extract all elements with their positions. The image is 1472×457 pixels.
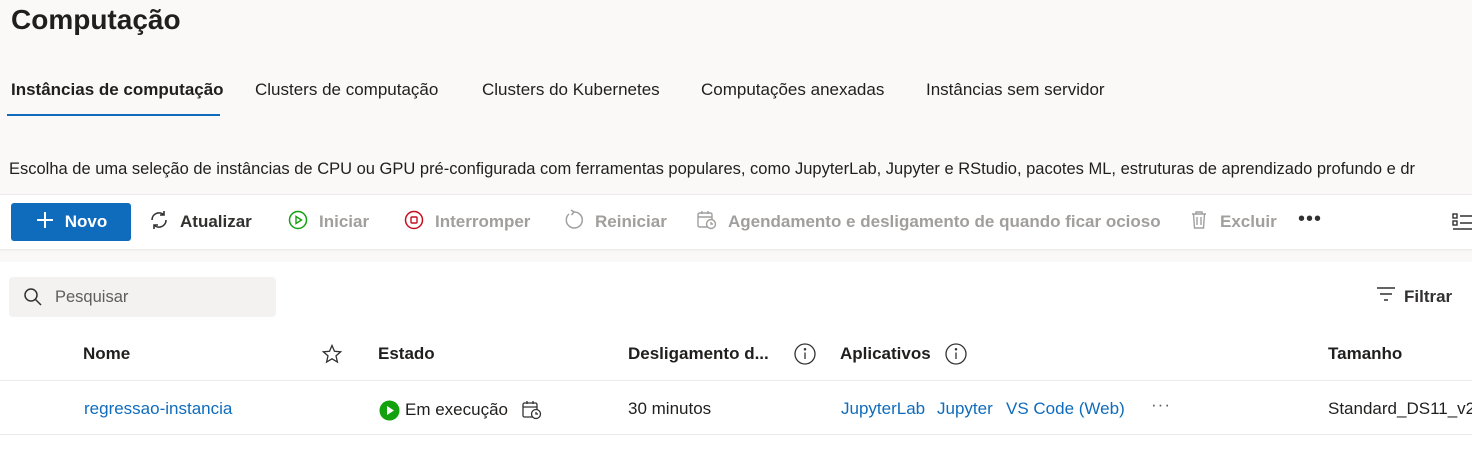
column-header-size[interactable]: Tamanho <box>1328 344 1402 364</box>
info-icon[interactable] <box>793 342 817 371</box>
restart-label: Reiniciar <box>595 212 667 231</box>
search-input[interactable] <box>53 286 257 308</box>
new-button[interactable]: Novo <box>11 203 131 241</box>
refresh-label: Atualizar <box>180 212 252 231</box>
active-tab-indicator <box>7 114 220 116</box>
column-header-shutdown[interactable]: Desligamento d... <box>628 344 769 364</box>
stop-icon <box>403 209 425 236</box>
tab-compute-clusters[interactable]: Clusters de computação <box>255 80 438 100</box>
running-status-icon <box>379 400 400 421</box>
app-link-vscode-web[interactable]: VS Code (Web) <box>1006 399 1125 419</box>
column-header-apps[interactable]: Aplicativos <box>840 344 931 364</box>
filter-icon <box>1376 286 1396 307</box>
search-icon <box>23 287 43 307</box>
refresh-icon <box>148 209 170 236</box>
instances-panel: Filtrar Nome Estado Desligamento d... Ap… <box>0 262 1472 457</box>
schedule-label: Agendamento e desligamento de quando fic… <box>728 212 1161 231</box>
stop-button[interactable]: Interromper <box>403 195 530 249</box>
tab-kubernetes-clusters[interactable]: Clusters do Kubernetes <box>482 80 660 100</box>
state-text: Em execução <box>405 400 508 419</box>
list-view-icon[interactable] <box>1452 213 1472 236</box>
plus-icon <box>35 210 55 235</box>
header-divider <box>0 380 1472 381</box>
start-label: Iniciar <box>319 212 370 231</box>
new-button-label: Novo <box>64 212 108 231</box>
tab-serverless-instances[interactable]: Instâncias sem servidor <box>926 80 1105 100</box>
command-bar: Novo Atualizar Iniciar Interromper Reini… <box>0 194 1472 250</box>
page-description: Escolha de uma seleção de instâncias de … <box>9 160 1416 178</box>
restart-icon <box>563 208 585 236</box>
column-header-state[interactable]: Estado <box>378 344 435 364</box>
tab-compute-instances[interactable]: Instâncias de computação <box>11 80 224 100</box>
delete-label: Excluir <box>1220 212 1277 231</box>
instance-name-link[interactable]: regressao-instancia <box>84 399 232 419</box>
state-cell: Em execução <box>379 399 543 421</box>
calendar-clock-icon[interactable] <box>521 399 543 421</box>
tab-attached-computes[interactable]: Computações anexadas <box>701 80 884 100</box>
stop-label: Interromper <box>435 212 531 231</box>
schedule-button[interactable]: Agendamento e desligamento de quando fic… <box>696 195 1161 249</box>
star-icon[interactable] <box>321 343 343 369</box>
info-icon[interactable] <box>944 342 968 371</box>
shutdown-cell: 30 minutos <box>628 399 712 418</box>
app-link-jupyter[interactable]: Jupyter <box>937 399 993 419</box>
start-button[interactable]: Iniciar <box>287 195 369 249</box>
app-link-jupyterlab[interactable]: JupyterLab <box>841 399 925 419</box>
row-divider <box>0 434 1472 435</box>
size-cell: Standard_DS11_v2 <box>1328 399 1472 418</box>
more-icon[interactable]: ••• <box>1298 208 1322 231</box>
more-icon[interactable]: ··· <box>1151 395 1171 415</box>
page-title: Computação <box>11 4 181 35</box>
refresh-button[interactable]: Atualizar <box>148 195 252 249</box>
filter-button[interactable]: Filtrar <box>1376 286 1452 307</box>
delete-button[interactable]: Excluir <box>1188 195 1277 249</box>
tab-bar: Instâncias de computação Clusters de com… <box>0 70 1472 118</box>
trash-icon <box>1188 209 1210 236</box>
search-box[interactable] <box>9 277 276 317</box>
restart-button[interactable]: Reiniciar <box>563 195 667 249</box>
filter-label: Filtrar <box>1404 286 1453 306</box>
calendar-clock-icon <box>696 209 718 236</box>
play-icon <box>287 209 309 236</box>
column-header-name[interactable]: Nome <box>83 344 130 364</box>
